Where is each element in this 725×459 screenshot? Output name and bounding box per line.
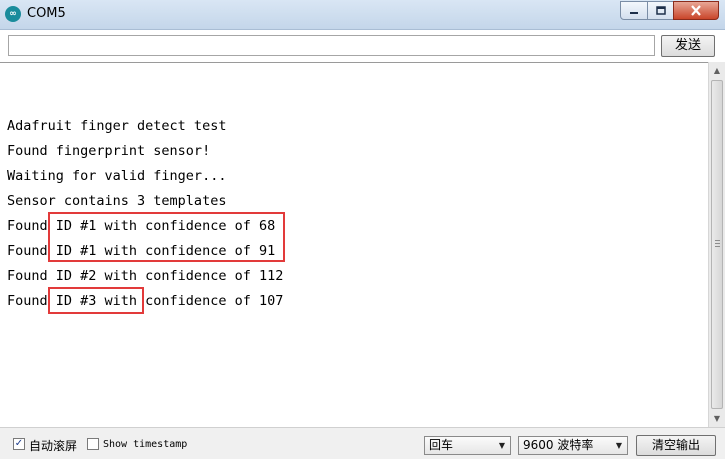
show-timestamp-checkbox[interactable]	[87, 438, 99, 450]
autoscroll-checkbox[interactable]: ✓	[13, 438, 25, 450]
scroll-down-arrow-icon[interactable]: ▼	[709, 410, 725, 427]
output-line: Sensor contains 3 templates	[7, 193, 227, 209]
minimize-icon	[630, 11, 638, 14]
chevron-down-icon: ▼	[615, 441, 622, 450]
autoscroll-label: 自动滚屏	[29, 439, 78, 453]
chevron-down-icon: ▼	[498, 441, 505, 450]
title-bar: ∞ COM5	[0, 0, 725, 30]
close-icon	[691, 5, 701, 16]
output-line: Found fingerprint sensor!	[7, 143, 211, 159]
scroll-up-arrow-icon[interactable]: ▲	[709, 62, 725, 79]
maximize-icon	[655, 5, 666, 15]
window-controls	[620, 1, 719, 20]
serial-send-input[interactable]	[8, 35, 655, 56]
output-line: Adafruit finger detect test	[7, 118, 227, 134]
show-timestamp-label: Show timestamp	[103, 439, 188, 450]
highlight-box-id3	[48, 287, 144, 314]
output-line: Found ID #2 with confidence of 112	[7, 268, 284, 284]
status-bar: ✓ 自动滚屏 Show timestamp 回车 ▼ 9600 波特率 ▼ 清空…	[0, 427, 725, 459]
arduino-infinity-icon: ∞	[5, 6, 21, 22]
baud-rate-select[interactable]: 9600 波特率 ▼	[518, 436, 628, 455]
highlight-box-id1-lines	[48, 212, 285, 262]
close-button[interactable]	[673, 1, 719, 20]
maximize-button[interactable]	[647, 1, 674, 20]
vertical-scrollbar[interactable]: ▲ ▼	[708, 62, 725, 427]
clear-output-button[interactable]: 清空输出	[636, 435, 716, 456]
baud-rate-value: 9600 波特率	[523, 438, 594, 452]
window-title: COM5	[27, 6, 66, 21]
line-ending-value: 回车	[429, 438, 454, 452]
line-ending-select[interactable]: 回车 ▼	[424, 436, 511, 455]
check-mark-icon: ✓	[14, 438, 24, 449]
output-line: Waiting for valid finger...	[7, 168, 227, 184]
minimize-button[interactable]	[620, 1, 648, 20]
serial-output-area[interactable]: Adafruit finger detect test Found finger…	[0, 62, 708, 427]
send-button[interactable]: 发送	[661, 35, 715, 57]
scrollbar-thumb[interactable]	[711, 80, 723, 409]
